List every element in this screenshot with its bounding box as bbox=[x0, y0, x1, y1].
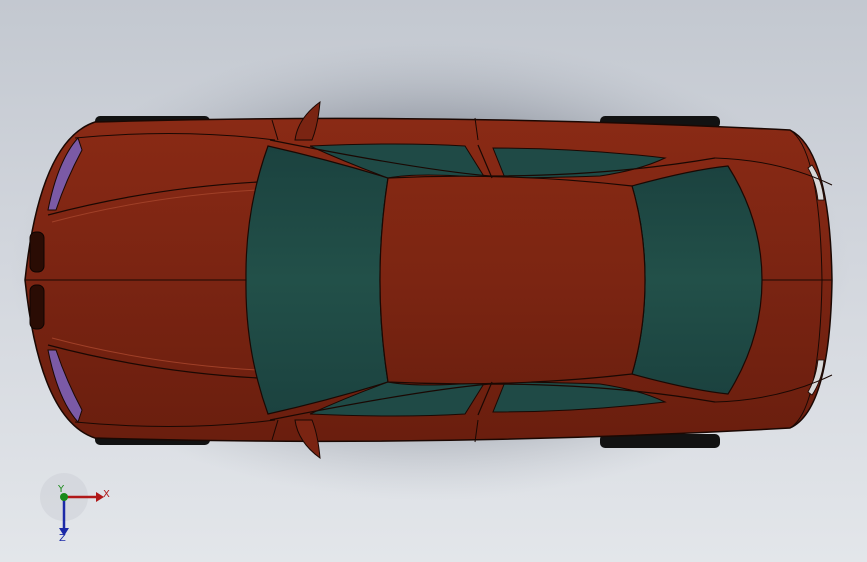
grille-upper bbox=[29, 231, 45, 273]
triad-y-label: Y bbox=[57, 484, 65, 495]
orientation-triad: X Y Z bbox=[40, 473, 110, 544]
grille-lower bbox=[29, 284, 45, 330]
model-canvas[interactable]: X Y Z bbox=[0, 0, 867, 562]
car-model[interactable] bbox=[24, 100, 833, 460]
triad-z-label: Z bbox=[59, 533, 66, 544]
rear-window bbox=[631, 165, 763, 395]
triad-x-label: X bbox=[103, 489, 110, 500]
roof[interactable] bbox=[379, 175, 646, 385]
windshield bbox=[245, 145, 389, 415]
3d-viewport[interactable]: X Y Z bbox=[0, 0, 867, 562]
